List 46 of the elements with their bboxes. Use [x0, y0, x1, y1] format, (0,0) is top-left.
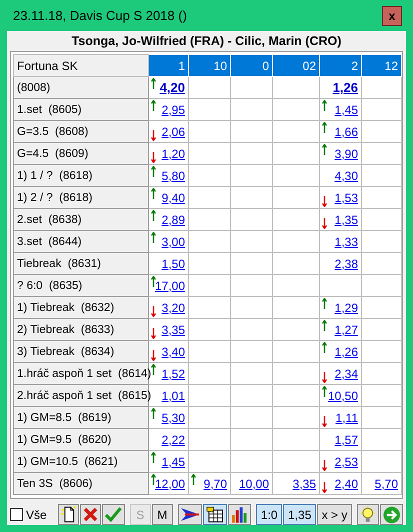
market-label: Ten 3S (8606) — [14, 472, 148, 494]
toolbar-button[interactable] — [203, 504, 227, 525]
column-header: 12 — [362, 54, 402, 76]
bar-chart-icon — [230, 506, 248, 522]
toolbar-button[interactable]: M — [152, 504, 173, 525]
spreadsheet-icon — [206, 506, 224, 523]
close-button[interactable]: x — [382, 6, 402, 26]
market-label: 1) GM=9.5 (8620) — [14, 428, 148, 450]
market-label: ? 6:0 (8635) — [14, 274, 148, 296]
column-header: 2 — [320, 54, 362, 76]
column-header: 0 — [230, 54, 272, 76]
toolbar-button[interactable] — [228, 504, 252, 525]
column-header: 10 — [188, 54, 230, 76]
checkbox[interactable] — [10, 508, 23, 521]
market-label: (8008) — [14, 76, 148, 98]
market-label: 2.hráč aspoň 1 set (8615) — [14, 384, 148, 406]
market-label: 2.set (8638) — [14, 208, 148, 230]
market-label: 1) Tiebreak (8632) — [14, 296, 148, 318]
close-icon — [83, 507, 98, 522]
toolbar-button[interactable] — [178, 504, 202, 525]
market-label: 1) GM=8.5 (8619) — [14, 406, 148, 428]
market-label: 1.set (8605) — [14, 98, 148, 120]
market-label: 3.set (8644) — [14, 230, 148, 252]
column-header: 02 — [272, 54, 320, 76]
market-label: 1) 2 / ? (8618) — [14, 186, 148, 208]
market-label: G=4.5 (8609) — [14, 142, 148, 164]
toolbar-button[interactable] — [58, 504, 80, 525]
checkbox-label: Vše — [26, 508, 47, 522]
toolbar-button[interactable]: x > y — [317, 504, 352, 525]
market-label: 2) Tiebreak (8633) — [14, 318, 148, 340]
window-title: 23.11.18, Davis Cup S 2018 () — [12, 8, 187, 23]
arrow-icon — [180, 507, 200, 522]
toolbar-button[interactable]: 1:0 — [256, 504, 282, 525]
checkmark-icon — [105, 507, 122, 522]
toolbar-button[interactable]: 1,35 — [283, 504, 316, 525]
bookmaker-header: Fortuna SK — [14, 54, 148, 76]
market-label: G=3.5 (8608) — [14, 120, 148, 142]
market-label: 1.hráč aspoň 1 set (8614) — [14, 362, 148, 384]
market-label: 1) GM=10.5 (8621) — [14, 450, 148, 472]
market-label: 1) 1 / ? (8618) — [14, 164, 148, 186]
column-header: 1 — [148, 54, 188, 76]
lightbulb-icon — [360, 506, 376, 524]
new-document-icon — [60, 506, 76, 523]
market-label: Tiebreak (8631) — [14, 252, 148, 274]
market-label: 3) Tiebreak (8634) — [14, 340, 148, 362]
match-title: Tsonga, Jo-Wilfried (FRA) - Cilic, Marin (CRO) — [70, 33, 342, 50]
